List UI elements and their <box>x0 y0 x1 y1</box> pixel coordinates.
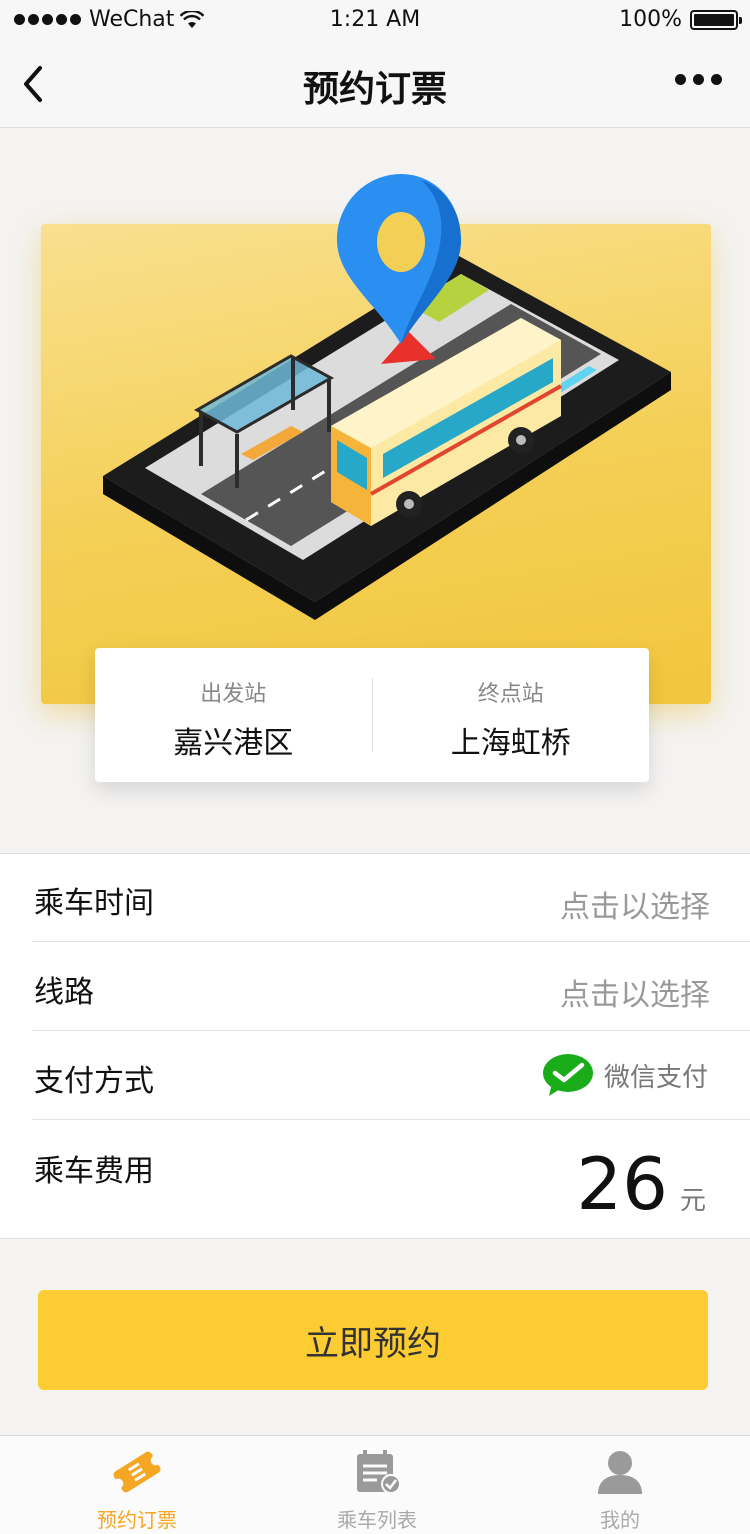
payment-method[interactable]: 微信支付 <box>542 1053 708 1097</box>
time-value[interactable]: 点击以选择 <box>560 882 710 926</box>
wechat-pay-icon <box>542 1054 593 1096</box>
arrival-label: 终点站 <box>477 682 544 707</box>
arrival-station[interactable]: 终点站 上海虹桥 <box>373 648 650 782</box>
tab-book-ticket[interactable]: 预约订票 <box>37 1448 237 1533</box>
booking-form: 乘车时间 点击以选择 线路 点击以选择 支付方式 微信支付 乘车费用 26 元 <box>0 853 750 1239</box>
more-dot-icon <box>711 74 722 85</box>
tab-profile[interactable]: 我的 <box>520 1448 720 1533</box>
time-row[interactable]: 乘车时间 点击以选择 <box>32 854 750 942</box>
departure-name: 嘉兴港区 <box>173 726 294 761</box>
arrival-name: 上海虹桥 <box>450 726 571 761</box>
more-dot-icon <box>675 74 686 85</box>
route-row[interactable]: 线路 点击以选择 <box>32 942 750 1031</box>
departure-station[interactable]: 出发站 嘉兴港区 <box>95 648 372 782</box>
nav-bar: 预约订票 <box>0 40 750 128</box>
user-icon <box>598 1451 642 1494</box>
battery-percent: 100% <box>619 7 682 32</box>
status-bar: WeChat 1:21 AM 100% <box>0 0 750 40</box>
tab-label: 预约订票 <box>97 1508 177 1532</box>
departure-label: 出发站 <box>200 682 267 707</box>
tab-label: 乘车列表 <box>337 1508 417 1532</box>
payment-value: 微信支付 <box>603 1062 708 1093</box>
more-dot-icon <box>693 74 704 85</box>
payment-row[interactable]: 支付方式 微信支付 <box>32 1031 750 1120</box>
route-value[interactable]: 点击以选择 <box>560 970 710 1014</box>
ticket-icon <box>113 1451 161 1493</box>
station-selector: 出发站 嘉兴港区 终点站 上海虹桥 <box>95 648 649 782</box>
fee-amount-group: 26 元 <box>576 1142 706 1226</box>
more-button[interactable] <box>675 74 722 85</box>
page-title: 预约订票 <box>302 69 447 110</box>
tab-ride-list[interactable]: 乘车列表 <box>277 1448 477 1533</box>
fee-unit: 元 <box>679 1186 706 1216</box>
battery-icon <box>690 9 742 30</box>
fee-amount: 26 <box>576 1142 668 1226</box>
calendar-check-icon <box>357 1450 401 1494</box>
phone-bus-illustration <box>103 174 671 620</box>
hero-section: 出发站 嘉兴港区 终点站 上海虹桥 <box>0 129 750 853</box>
book-now-button[interactable]: 立即预约 <box>38 1290 708 1390</box>
fee-label: 乘车费用 <box>34 1154 154 1189</box>
tab-label: 我的 <box>600 1508 640 1532</box>
payment-label: 支付方式 <box>34 1064 154 1099</box>
time-label: 乘车时间 <box>34 886 154 921</box>
fee-row: 乘车费用 26 元 <box>32 1120 750 1238</box>
tab-bar: 预约订票 乘车列表 我的 <box>0 1435 750 1534</box>
route-label: 线路 <box>34 975 94 1010</box>
